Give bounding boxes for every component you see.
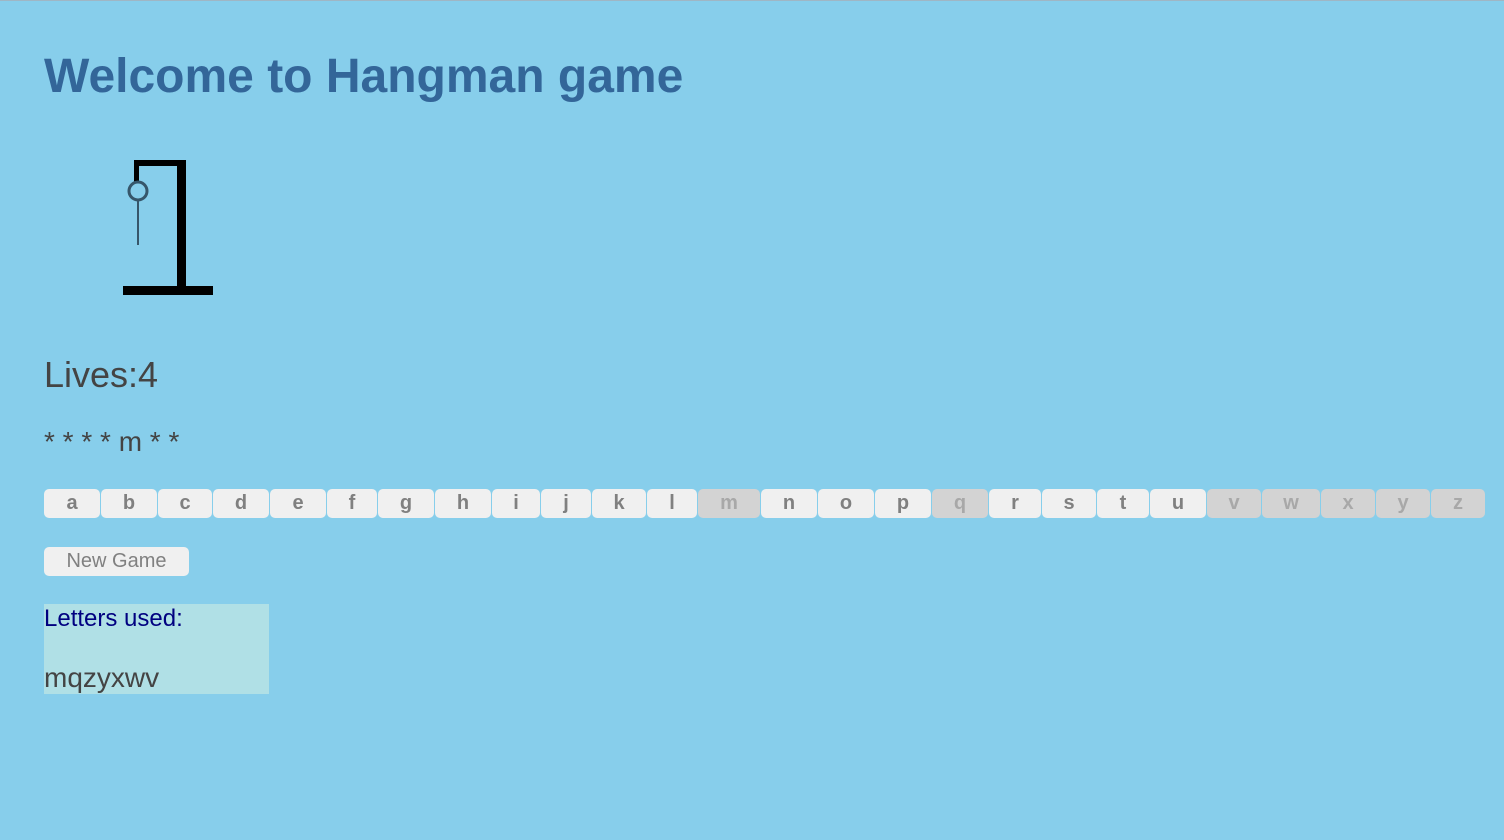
letter-button-k[interactable]: k (592, 489, 646, 518)
letter-button-d[interactable]: d (213, 489, 269, 518)
letter-button-u[interactable]: u (1150, 489, 1206, 518)
letter-button-i[interactable]: i (492, 489, 540, 518)
letter-button-w[interactable]: w (1262, 489, 1320, 518)
letter-button-c[interactable]: c (158, 489, 212, 518)
gallows-beam (134, 160, 186, 166)
alphabet-keyboard: abcdefghijklmnopqrstuvwxyz (44, 489, 1485, 518)
letter-button-j[interactable]: j (541, 489, 591, 518)
letter-button-m[interactable]: m (698, 489, 760, 518)
letter-button-e[interactable]: e (270, 489, 326, 518)
letter-button-h[interactable]: h (435, 489, 491, 518)
letter-button-x[interactable]: x (1321, 489, 1375, 518)
letter-button-v[interactable]: v (1207, 489, 1261, 518)
letter-button-s[interactable]: s (1042, 489, 1096, 518)
rope (127, 180, 149, 245)
masked-word: * * * * m * * (44, 426, 180, 457)
letters-used-value: mqzyxwv (44, 662, 160, 693)
letter-button-n[interactable]: n (761, 489, 817, 518)
letter-button-q[interactable]: q (932, 489, 988, 518)
letter-button-l[interactable]: l (647, 489, 697, 518)
letter-button-r[interactable]: r (989, 489, 1041, 518)
letters-used-label: Letters used: (44, 605, 183, 632)
letter-button-a[interactable]: a (44, 489, 100, 518)
letter-button-f[interactable]: f (327, 489, 377, 518)
letter-button-y[interactable]: y (1376, 489, 1430, 518)
gallows-post (177, 160, 186, 290)
letter-button-g[interactable]: g (378, 489, 434, 518)
letter-button-t[interactable]: t (1097, 489, 1149, 518)
letter-button-o[interactable]: o (818, 489, 874, 518)
gallows-base (123, 286, 213, 295)
lives-counter: Lives:4 (44, 354, 159, 395)
new-game-button[interactable]: New Game (44, 547, 189, 576)
letter-button-z[interactable]: z (1431, 489, 1485, 518)
letter-button-b[interactable]: b (101, 489, 157, 518)
page-title: Welcome to Hangman game (44, 50, 684, 103)
gallows-icon (123, 160, 213, 295)
noose-loop (127, 180, 149, 202)
gallows-stand (123, 160, 213, 295)
letter-button-p[interactable]: p (875, 489, 931, 518)
letters-used-panel: Letters used: mqzyxwv (44, 604, 269, 694)
gallows-arm (134, 160, 139, 182)
